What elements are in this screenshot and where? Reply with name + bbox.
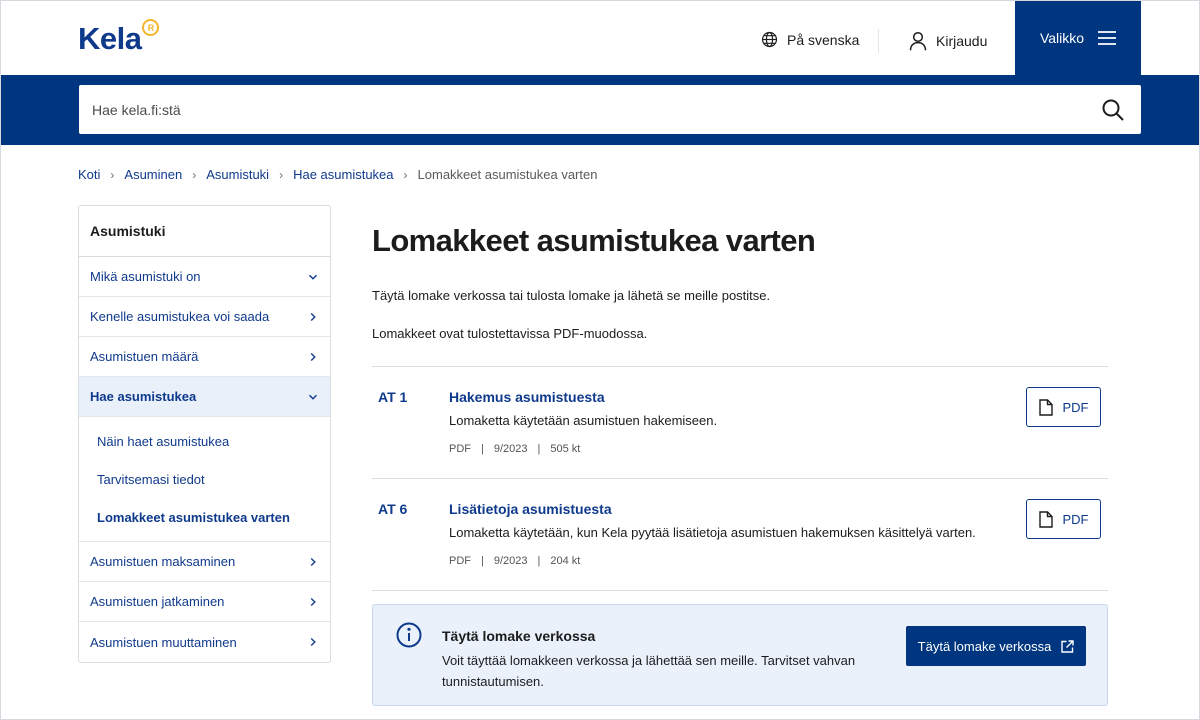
sidebar-item-hae-asumistukea[interactable]: Hae asumistukea xyxy=(79,377,330,417)
chevron-right-icon xyxy=(310,597,316,606)
sidebar-item-label: Mikä asumistuki on xyxy=(90,269,201,284)
form-row: AT 6 Lisätietoja asumistuesta Lomaketta … xyxy=(372,479,1108,591)
breadcrumb-asumistuki[interactable]: Asumistuki xyxy=(206,167,269,182)
search-box xyxy=(79,85,1141,134)
sidebar-title: Asumistuki xyxy=(79,206,330,257)
document-icon xyxy=(1038,398,1053,416)
breadcrumb-separator: › xyxy=(279,167,284,182)
sidebar-subnav: Näin haet asumistukea Tarvitsemasi tiedo… xyxy=(79,417,330,542)
meta-separator: | xyxy=(481,443,484,455)
page-frame: Kela R På svenska Kirjaudu Valikko Hae k… xyxy=(0,0,1200,720)
form-meta: PDF | 9/2023 | 505 kt xyxy=(449,443,580,455)
sidebar-item-muuttaminen[interactable]: Asumistuen muuttaminen xyxy=(79,622,330,662)
pdf-download-button[interactable]: PDF xyxy=(1026,387,1101,427)
sidebar-item-label: Kenelle asumistukea voi saada xyxy=(90,309,270,324)
form-size: 204 kt xyxy=(550,555,581,567)
form-code: AT 6 xyxy=(378,501,408,517)
chevron-right-icon xyxy=(310,312,316,321)
fill-online-button[interactable]: Täytä lomake verkossa xyxy=(906,626,1086,666)
form-title-link[interactable]: Lisätietoja asumistuesta xyxy=(449,501,612,517)
meta-separator: | xyxy=(537,443,541,455)
language-label: På svenska xyxy=(787,31,860,48)
sidebar-item-label: Asumistuen määrä xyxy=(90,349,199,364)
kela-logo[interactable]: Kela R xyxy=(78,19,160,59)
breadcrumb-separator: › xyxy=(192,167,197,182)
sidebar-subitem-nain-haet[interactable]: Näin haet asumistukea xyxy=(79,422,330,460)
sidebar-item-label: Asumistuen maksaminen xyxy=(90,554,236,569)
login-link[interactable]: Kirjaudu xyxy=(909,31,987,51)
pdf-download-button[interactable]: PDF xyxy=(1026,499,1101,539)
site-header: Kela R På svenska Kirjaudu Valikko xyxy=(1,1,1199,75)
chevron-down-icon xyxy=(308,394,318,400)
search-input[interactable] xyxy=(79,85,1085,134)
intro-text-pdf: Lomakkeet ovat tulostettavissa PDF-muodo… xyxy=(372,326,648,341)
form-format: PDF xyxy=(449,555,471,567)
language-switch[interactable]: På svenska xyxy=(761,31,859,48)
sidebar-item-maara[interactable]: Asumistuen määrä xyxy=(79,337,330,377)
sidebar-item-label: Asumistuen jatkaminen xyxy=(90,594,225,609)
info-text: Voit täyttää lomakkeen verkossa ja lähet… xyxy=(442,653,856,689)
external-link-icon xyxy=(1061,639,1075,653)
logo-badge: R xyxy=(142,19,160,36)
form-description: Lomaketta käytetään, kun Kela pyytää lis… xyxy=(449,525,976,540)
pdf-button-label: PDF xyxy=(1062,511,1089,527)
form-date: 9/2023 xyxy=(493,555,528,567)
form-code: AT 1 xyxy=(378,389,408,405)
sidebar-item-jatkaminen[interactable]: Asumistuen jatkaminen xyxy=(79,582,330,622)
pdf-button-label: PDF xyxy=(1062,399,1089,415)
sidebar-item-kenelle[interactable]: Kenelle asumistukea voi saada xyxy=(79,297,330,337)
sidebar-subitem-lomakkeet[interactable]: Lomakkeet asumistukea varten xyxy=(79,498,330,536)
form-meta: PDF | 9/2023 | 204 kt xyxy=(449,555,580,567)
sidebar-subitem-tarvitsemasi-tiedot[interactable]: Tarvitsemasi tiedot xyxy=(79,460,330,498)
form-size: 505 kt xyxy=(550,443,581,455)
sidebar-nav: Asumistuki Mikä asumistuki on Kenelle as… xyxy=(78,205,331,663)
search-button[interactable] xyxy=(1085,85,1141,134)
sidebar-item-label: Asumistuen muuttaminen xyxy=(90,634,237,650)
logo-text: Kela xyxy=(78,21,142,56)
info-box: Täytä lomake verkossa Voit täyttää lomak… xyxy=(372,604,1108,706)
form-title-link[interactable]: Hakemus asumistuesta xyxy=(449,389,605,405)
meta-separator: | xyxy=(481,555,484,567)
form-format: PDF xyxy=(449,443,471,455)
meta-separator: | xyxy=(537,555,541,567)
menu-button[interactable]: Valikko xyxy=(1015,1,1141,75)
forms-list: AT 1 Hakemus asumistuesta Lomaketta käyt… xyxy=(372,366,1108,591)
document-icon xyxy=(1038,510,1053,528)
breadcrumb-home[interactable]: Koti xyxy=(78,167,100,182)
form-date: 9/2023 xyxy=(493,443,528,455)
breadcrumb-current: Lomakkeet asumistukea varten xyxy=(417,167,598,182)
chevron-right-icon xyxy=(310,352,316,361)
breadcrumb-separator: › xyxy=(403,167,408,182)
info-title: Täytä lomake verkossa xyxy=(442,628,596,644)
sidebar-item-label: Hae asumistukea xyxy=(90,389,197,404)
sidebar-item-maksaminen[interactable]: Asumistuen maksaminen xyxy=(79,542,330,582)
breadcrumb-hae-asumistukea[interactable]: Hae asumistukea xyxy=(293,167,393,182)
chevron-right-icon xyxy=(310,637,316,647)
info-icon xyxy=(396,622,422,648)
chevron-down-icon xyxy=(308,274,318,280)
form-description: Lomaketta käytetään asumistuen hakemisee… xyxy=(449,413,718,428)
sidebar-item-mika-asumistuki-on[interactable]: Mikä asumistuki on xyxy=(79,257,330,297)
login-label: Kirjaudu xyxy=(936,33,988,49)
menu-label: Valikko xyxy=(1039,30,1085,46)
fill-online-label: Täytä lomake verkossa xyxy=(917,638,1052,654)
search-icon xyxy=(1102,99,1124,121)
form-row: AT 1 Hakemus asumistuesta Lomaketta käyt… xyxy=(372,367,1108,479)
intro-text: Täytä lomake verkossa tai tulosta lomake… xyxy=(372,288,771,303)
breadcrumb: Koti › Asuminen › Asumistuki › Hae asumi… xyxy=(78,167,597,182)
page-title: Lomakkeet asumistukea varten xyxy=(372,223,816,258)
breadcrumb-separator: › xyxy=(110,167,115,182)
hamburger-icon xyxy=(1098,31,1117,45)
chevron-right-icon xyxy=(310,557,316,566)
search-band xyxy=(1,75,1199,145)
breadcrumb-asuminen[interactable]: Asuminen xyxy=(124,167,182,182)
globe-icon xyxy=(761,31,778,48)
main-content: Lomakkeet asumistukea varten Täytä lomak… xyxy=(372,205,1108,591)
user-icon xyxy=(909,31,927,51)
header-divider xyxy=(878,29,879,53)
